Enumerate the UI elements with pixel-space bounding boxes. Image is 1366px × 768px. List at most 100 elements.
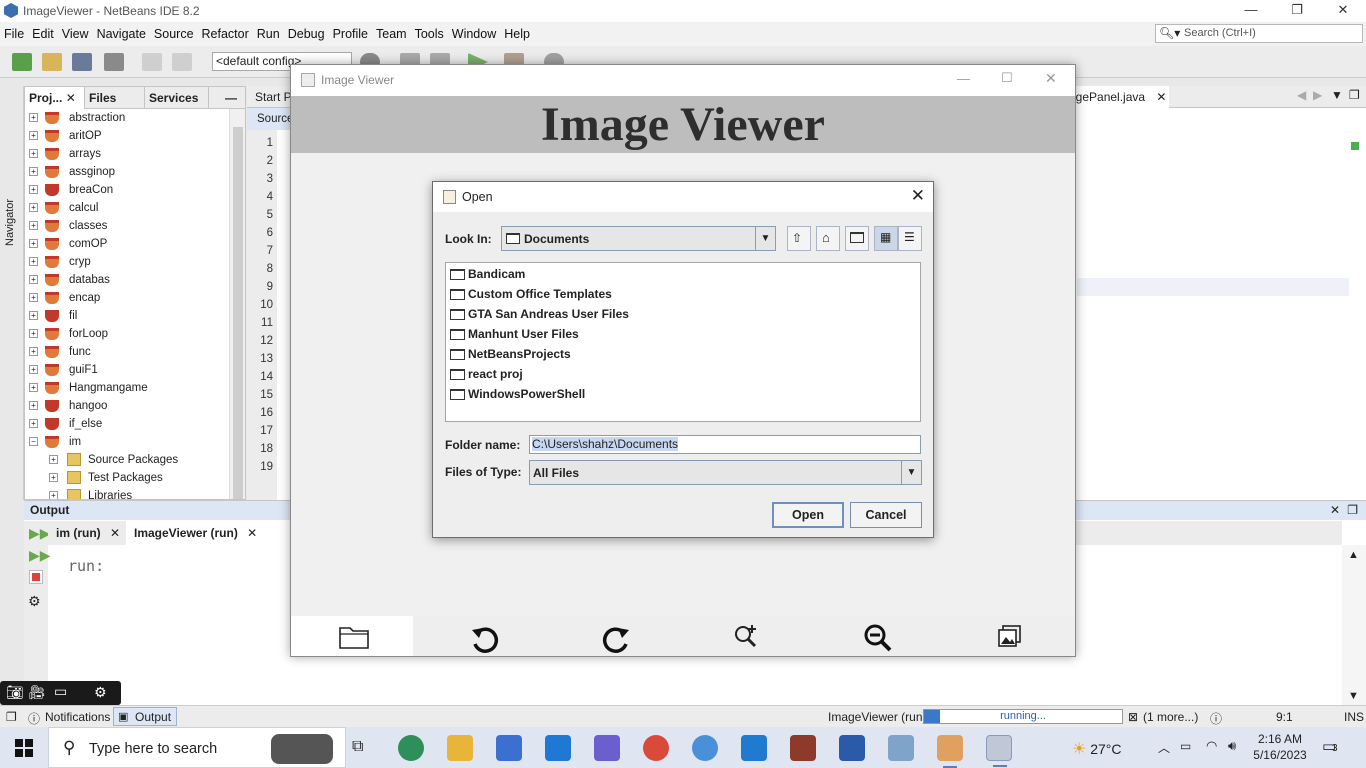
expand-toggle-icon[interactable]: + [29, 419, 38, 428]
expand-toggle-icon[interactable]: + [29, 311, 38, 320]
rotate-left-button[interactable] [422, 616, 544, 656]
open-button[interactable] [291, 616, 413, 656]
weather-widget[interactable]: ☀ 27°C [1072, 739, 1122, 759]
files-of-type-select[interactable]: All Files ▼ [529, 460, 922, 485]
project-item[interactable]: + abstraction [25, 109, 229, 127]
notification-center-icon[interactable]: ▭ 3 [1322, 737, 1342, 757]
folder-item[interactable]: Bandicam [448, 264, 748, 284]
window-capture-icon[interactable]: ▭ [54, 683, 67, 700]
project-item[interactable]: + func [25, 343, 229, 361]
notifications-icon[interactable]: ⓘ [28, 710, 40, 727]
stop-icon[interactable] [29, 570, 43, 584]
project-item[interactable]: + assginop [25, 163, 229, 181]
expand-toggle-icon[interactable]: + [29, 185, 38, 194]
folder-name-input[interactable]: C:\Users\shahz\Documents [529, 435, 921, 454]
up-one-level-button[interactable]: ⇧ [787, 226, 811, 251]
open-button[interactable]: Open [772, 502, 844, 528]
list-view-button[interactable]: ▦ [874, 226, 898, 251]
menu-refactor[interactable]: Refactor [198, 22, 253, 46]
close-icon[interactable]: ✕ [1320, 0, 1366, 22]
zoom-out-button[interactable] [815, 616, 937, 656]
expand-toggle-icon[interactable]: + [29, 401, 38, 410]
project-item[interactable]: + hangoo [25, 397, 229, 415]
word-icon[interactable] [839, 735, 865, 761]
expand-toggle-icon[interactable]: + [29, 203, 38, 212]
mail-icon[interactable] [545, 735, 571, 761]
menu-edit[interactable]: Edit [28, 22, 58, 46]
new-folder-button[interactable] [845, 226, 869, 251]
expand-toggle-icon[interactable]: + [29, 383, 38, 392]
expand-toggle-icon[interactable]: + [49, 455, 58, 464]
menu-team[interactable]: Team [372, 22, 411, 46]
output-scrollbar[interactable]: ▲ ▼ [1342, 545, 1366, 706]
info-icon[interactable]: ⓘ [1210, 710, 1222, 727]
details-view-button[interactable]: ☰ [898, 226, 922, 251]
redo-icon[interactable] [172, 53, 192, 71]
project-item[interactable]: + classes [25, 217, 229, 235]
new-file-icon[interactable] [12, 53, 32, 71]
menu-help[interactable]: Help [500, 22, 534, 46]
project-item[interactable]: + aritOP [25, 127, 229, 145]
navigator-tab[interactable]: Navigator [4, 199, 16, 246]
new-project-icon[interactable] [42, 53, 62, 71]
cancel-button[interactable]: Cancel [850, 502, 922, 528]
rerun-with-params-icon[interactable]: ▶▶ [29, 547, 51, 564]
project-item[interactable]: + cryp [25, 253, 229, 271]
expand-toggle-icon[interactable]: − [29, 437, 38, 446]
menu-run[interactable]: Run [253, 22, 284, 46]
minimize-icon[interactable]: — [1228, 0, 1274, 22]
menu-tools[interactable]: Tools [411, 22, 448, 46]
expand-toggle-icon[interactable]: + [29, 239, 38, 248]
close-icon[interactable]: ✕ [247, 526, 257, 540]
project-item[interactable]: + forLoop [25, 325, 229, 343]
tab-im-run[interactable]: im (run) ✕ [48, 521, 126, 545]
close-icon[interactable]: ✕ [1156, 90, 1166, 104]
virtualbox-icon[interactable] [888, 735, 914, 761]
tab-imageviewer-run[interactable]: ImageViewer (run) ✕ [126, 521, 292, 545]
chrome-icon[interactable] [643, 735, 669, 761]
menu-debug[interactable]: Debug [284, 22, 329, 46]
menu-navigate[interactable]: Navigate [93, 22, 150, 46]
home-button[interactable]: ⌂ [816, 226, 840, 251]
tab-imagepanel-java[interactable]: agePanel.java ✕ [1069, 86, 1169, 108]
save-all-icon[interactable] [104, 53, 124, 71]
copilot-icon[interactable] [594, 735, 620, 761]
close-icon[interactable]: ✕ [66, 91, 76, 105]
scroll-down-icon[interactable]: ▼ [1348, 690, 1359, 702]
tab-projects[interactable]: Proj... ✕ [25, 87, 85, 109]
wifi-icon[interactable]: ◠ [1206, 738, 1217, 754]
scroll-up-icon[interactable]: ▲ [1348, 549, 1359, 561]
project-subitem[interactable]: + Source Packages [25, 451, 229, 469]
folder-item[interactable]: Custom Office Templates [448, 284, 748, 304]
gallery-button[interactable] [946, 616, 1068, 656]
expand-toggle-icon[interactable]: + [29, 257, 38, 266]
project-item[interactable]: + encap [25, 289, 229, 307]
clock[interactable]: 2:16 AM 5/16/2023 [1252, 731, 1308, 763]
menu-window[interactable]: Window [448, 22, 500, 46]
settings-icon[interactable]: ⚙ [28, 593, 41, 610]
open-project-icon[interactable] [72, 53, 92, 71]
more-processes-link[interactable]: (1 more...) [1143, 710, 1198, 724]
minimize-icon[interactable]: — [957, 71, 970, 86]
project-item[interactable]: + Hangmangame [25, 379, 229, 397]
gear-icon[interactable]: ⚙ [94, 684, 107, 701]
java-app-active-icon[interactable] [986, 735, 1012, 767]
scroll-tabs-right-icon[interactable]: ▶ [1313, 88, 1322, 102]
expand-toggle-icon[interactable]: + [29, 275, 38, 284]
project-item[interactable]: + databas [25, 271, 229, 289]
project-item[interactable]: − im [25, 433, 229, 451]
folder-item[interactable]: NetBeansProjects [448, 344, 748, 364]
microsoft-store-icon[interactable] [496, 735, 522, 761]
folder-item[interactable]: GTA San Andreas User Files [448, 304, 748, 324]
close-icon[interactable]: ✕ [110, 526, 120, 540]
project-item[interactable]: + comOP [25, 235, 229, 253]
tab-files[interactable]: Files [85, 87, 145, 109]
notifications-button[interactable]: Notifications [45, 710, 110, 724]
volume-icon[interactable]: 🔊︎ [1228, 738, 1236, 754]
project-item[interactable]: + guiF1 [25, 361, 229, 379]
project-item[interactable]: + breaCon [25, 181, 229, 199]
edge-browser-icon[interactable] [398, 735, 424, 761]
close-icon[interactable]: ✕ [1045, 70, 1057, 87]
folder-item[interactable]: Manhunt User Files [448, 324, 748, 344]
minimize-panel-icon[interactable]: — [221, 87, 245, 109]
